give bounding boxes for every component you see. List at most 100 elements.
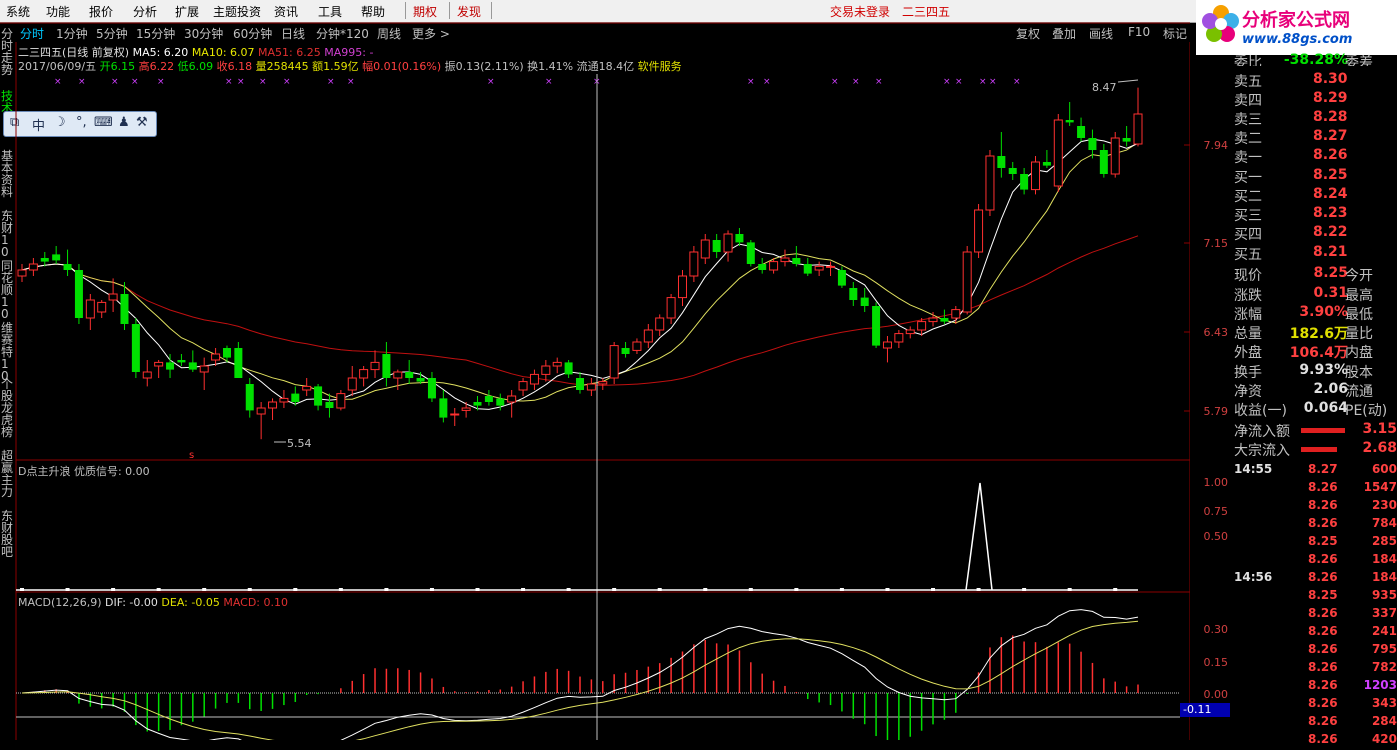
candle-body [393, 371, 403, 379]
tick-volume: 241 [1371, 624, 1397, 638]
candle-body [484, 396, 493, 402]
signal-marker: × [157, 77, 165, 87]
candle-body [120, 294, 129, 324]
tick-price: 8.26 [1308, 516, 1338, 530]
indicator1-name: D点主升浪 [18, 465, 71, 478]
indicator1-tick: 0.50 [1203, 530, 1229, 543]
logo-title: 分析家公式网 [1242, 10, 1350, 31]
indicator1-dot [1067, 588, 1072, 591]
sell2-label: 卖二 [1234, 131, 1262, 147]
candle-body [951, 309, 961, 319]
buy5-price: 8.21 [1313, 244, 1348, 260]
sell4-price: 8.29 [1313, 90, 1348, 106]
stat-value: 0.064 [1303, 400, 1348, 416]
candle-body [940, 318, 949, 322]
candle-body [1099, 150, 1108, 174]
candle-body [1110, 137, 1120, 175]
indicator1-tick: 1.00 [1203, 476, 1229, 489]
candle-body [245, 384, 254, 411]
candle-body [1088, 138, 1097, 150]
candle-body [28, 263, 38, 271]
candle-body [507, 395, 517, 403]
candle-body [1077, 126, 1086, 138]
candle-body [837, 270, 846, 286]
candle-body [826, 265, 836, 268]
buy2-label: 买二 [1234, 189, 1262, 205]
tick-volume: 600 [1371, 462, 1397, 476]
signal-marker: × [487, 77, 495, 87]
candle-body [199, 365, 209, 373]
stat-label: 涨跌 [1234, 288, 1262, 304]
candle-body [166, 362, 175, 370]
buy4-row[interactable]: 买四 8.22 [1234, 224, 1397, 243]
candle-body [894, 333, 904, 343]
sell4-row[interactable]: 卖四 8.29 [1234, 90, 1397, 109]
tick-volume: 284 [1371, 714, 1397, 728]
candle-body [1031, 161, 1041, 191]
signal-marker: × [875, 77, 883, 87]
tick-row: 8.26 1547 [1234, 480, 1397, 498]
tick-row: 8.26 343 [1234, 696, 1397, 714]
indicator1-dot [293, 588, 298, 591]
tick-time: 14:55 [1234, 462, 1273, 476]
logo-url[interactable]: www.88gs.com [1242, 32, 1352, 47]
signal-marker: × [54, 77, 62, 87]
buy1-row[interactable]: 买一 8.25 [1234, 167, 1397, 186]
buy3-row[interactable]: 买三 8.23 [1234, 205, 1397, 224]
candle-body [677, 275, 687, 299]
sell2-row[interactable]: 卖二 8.27 [1234, 128, 1397, 147]
sell3-label: 卖三 [1234, 112, 1262, 128]
tick-row: 8.25 285 [1234, 534, 1397, 552]
stat-value: 8.25 [1313, 265, 1348, 281]
indicator1-dot [65, 588, 70, 591]
tick-volume: 230 [1371, 498, 1397, 512]
macd-tick: 0.00 [1203, 688, 1229, 701]
candle-body [1122, 138, 1131, 142]
candle-body [997, 156, 1006, 168]
candle-body [177, 360, 186, 363]
indicator1-dot [20, 588, 24, 591]
indicator1-dot [657, 588, 662, 591]
stat-row: 涨幅 3.90% 最低 [1234, 304, 1397, 323]
candle-body [211, 353, 221, 361]
stat-row: 现价 8.25 今开 [1234, 265, 1397, 284]
stat-label2: 最低 [1345, 307, 1373, 323]
buy1-label: 买一 [1234, 170, 1262, 186]
sell1-row[interactable]: 卖一 8.26 [1234, 147, 1397, 166]
candle-body [700, 239, 710, 259]
tick-price: 8.26 [1308, 660, 1338, 674]
sell5-row[interactable]: 卖五 8.30 [1234, 71, 1397, 90]
candle-body [769, 261, 779, 271]
tick-volume: 285 [1371, 534, 1397, 548]
buy5-row[interactable]: 买五 8.21 [1234, 244, 1397, 263]
tick-price: 8.26 [1308, 480, 1338, 494]
buy2-row[interactable]: 买二 8.24 [1234, 186, 1397, 205]
net-inflow-bar [1301, 428, 1345, 433]
candle-body [52, 254, 61, 261]
tick-volume: 782 [1371, 660, 1397, 674]
candle-body [985, 155, 995, 211]
macd-title: MACD(12,26,9) DIF: -0.00 DEA: -0.05 MACD… [18, 596, 288, 609]
signal-marker: × [989, 77, 997, 87]
kline-chart[interactable]: ××××××××××××××××××××××××s [0, 0, 1190, 740]
candle-body [586, 383, 596, 391]
price-tick: 6.43 [1203, 326, 1229, 339]
stat-label: 涨幅 [1234, 307, 1262, 323]
tick-row: 8.26 337 [1234, 606, 1397, 624]
signal-marker: × [111, 77, 119, 87]
tick-volume: 184 [1371, 552, 1397, 566]
stat-label2: 股本 [1345, 365, 1373, 381]
block-inflow-bar [1301, 447, 1337, 452]
indicator1-dot [247, 588, 252, 591]
indicator1-dot [475, 588, 480, 591]
candle-body [803, 264, 812, 274]
candle-body [1008, 168, 1017, 174]
candle-body [1053, 119, 1063, 187]
sell3-price: 8.28 [1313, 109, 1348, 125]
sell3-row[interactable]: 卖三 8.28 [1234, 109, 1397, 128]
indicator1-dot [794, 588, 799, 591]
buy4-label: 买四 [1234, 227, 1262, 243]
stat-row: 总量 182.6万 量比 [1234, 323, 1397, 342]
stat-row: 收益(一) 0.064 PE(动) [1234, 400, 1397, 419]
tick-volume: 1547 [1363, 480, 1397, 494]
